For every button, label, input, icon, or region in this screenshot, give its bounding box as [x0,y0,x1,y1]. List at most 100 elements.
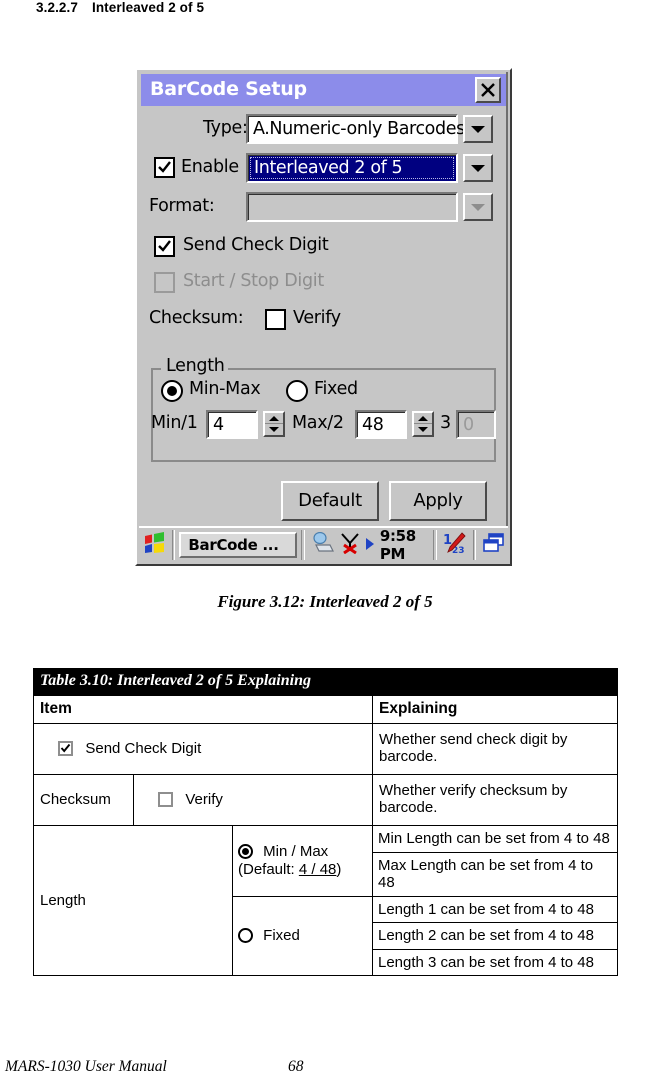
footer-manual-name: MARS-1030 User Manual [5,1058,167,1075]
send-check-digit-checkbox[interactable] [154,236,175,257]
type-label: Type: [203,118,248,138]
min-max-label: Min / Max [263,843,329,861]
device-screenshot: BarCode Setup Type: A.Numeric-only Barco… [135,68,512,566]
min-max-default-value: 4 / 48 [298,860,337,878]
table-caption: Table 3.10: Interleaved 2 of 5 Explainin… [32,668,619,696]
no-signal-icon[interactable] [339,532,361,558]
max2-input[interactable]: 48 [355,410,407,439]
min-max-radio[interactable] [161,380,183,402]
send-check-digit-checkbox-glyph [58,740,74,756]
start-button[interactable] [142,531,168,559]
enable-checkbox[interactable] [154,157,175,178]
dialog-client-area: Type: A.Numeric-only Barcodes Enable Int… [141,106,506,528]
third-label: 3 [440,413,451,433]
table-row-checksum: Checksum Verify Whether verify checksum … [33,773,619,827]
column-header-explaining: Explaining [371,694,619,724]
fixed-radio[interactable] [286,380,308,402]
verify-checkbox[interactable] [265,309,286,330]
min-max-option-cell: Min / Max (Default: 4 / 48) [232,825,373,897]
type-combo-value: A.Numeric-only Barcodes [253,119,465,139]
taskbar-divider [433,530,437,560]
length-groupbox: Length Min-Max Fixed Min/1 4 Max/2 48 3 … [151,356,496,462]
spinner-up-icon [418,416,428,421]
max2-spinner[interactable] [412,411,434,437]
section-heading: 3.2.2.7 Interleaved 2 of 5 [36,0,204,15]
fixed-radio-glyph [238,928,253,944]
play-triangle-icon [365,536,375,555]
taskbar-divider [301,530,305,560]
max2-value: 48 [362,415,384,435]
enable-combo-value: Interleaved 2 of 5 [254,158,403,178]
switch-windows-icon[interactable] [482,532,506,558]
enable-row: Enable Interleaved 2 of 5 [141,153,506,183]
length-groupbox-label: Length [163,356,228,376]
enable-combo-dropdown-button[interactable] [463,154,493,182]
type-combo-dropdown-button[interactable] [463,115,493,143]
third-input: 0 [456,410,496,439]
checksum-explaining: Whether verify checksum by barcode. [371,773,619,827]
fixed-option-cell: Fixed [232,895,373,977]
length3-explaining: Length 3 can be set from 4 to 48 [371,948,619,977]
max-length-explaining: Max Length can be set from 4 to 48 [371,851,619,897]
send-check-digit-cell: Send Check Digit [33,722,373,775]
taskbar-divider [472,530,477,560]
format-row: Format: [141,192,506,222]
taskbar: BarCode ... 9:58 PM 1 23 [139,526,508,563]
verify-label: Verify [293,308,341,328]
verify-label: Verify [185,790,223,808]
network-connection-icon[interactable] [311,531,335,558]
min1-input[interactable]: 4 [206,410,258,439]
column-header-item: Item [33,694,373,724]
table-header-row: Item Explaining [33,694,619,724]
min1-value: 4 [213,415,224,435]
windows-start-icon [142,532,168,561]
checksum-label: Checksum: [149,308,244,328]
default-button[interactable]: Default [281,481,379,521]
third-value: 0 [463,415,474,435]
format-combo-dropdown-button [463,193,493,221]
explaining-table: Table 3.10: Interleaved 2 of 5 Explainin… [32,668,619,977]
section-title: Interleaved 2 of 5 [91,0,205,15]
figure-caption: Figure 3.12: Interleaved 2 of 5 [217,592,433,611]
max2-label: Max/2 [292,413,344,433]
format-label: Format: [149,196,215,216]
table-caption-row: Table 3.10: Interleaved 2 of 5 Explainin… [32,668,619,696]
verify-checkbox-glyph [158,791,174,807]
taskbar-divider [172,530,176,560]
min-max-default-suffix: ) [336,860,342,878]
fixed-label: Fixed [263,927,300,945]
min1-label: Min/1 [151,413,198,433]
taskbar-clock[interactable]: 9:58 PM [380,527,426,563]
format-combo[interactable] [246,192,458,222]
length-group-label: Length [33,825,233,977]
table-row-send-check-digit: Send Check Digit Whether send check digi… [33,722,619,775]
min-length-explaining: Min Length can be set from 4 to 48 [371,825,619,853]
type-combo[interactable]: A.Numeric-only Barcodes [246,114,465,144]
dialog-window: BarCode Setup Type: A.Numeric-only Barco… [139,72,508,528]
length2-explaining: Length 2 can be set from 4 to 48 [371,922,619,950]
min1-spinner[interactable] [263,411,285,437]
send-check-digit-explaining: Whether send check digit by barcode. [371,722,619,775]
verify-cell: Verify [133,773,373,827]
type-row: Type: A.Numeric-only Barcodes [141,114,506,144]
chevron-down-icon [471,126,485,133]
spinner-down-icon [269,427,279,432]
dialog-title: BarCode Setup [150,78,307,100]
fixed-label: Fixed [314,379,358,399]
enable-label: Enable [181,157,239,177]
min-max-default-prefix: (Default: [238,860,299,878]
enable-combo[interactable]: Interleaved 2 of 5 [246,153,458,183]
close-button[interactable] [475,77,501,103]
spinner-up-icon [269,416,279,421]
min-max-label: Min-Max [189,379,261,399]
taskbar-window-button[interactable]: BarCode ... [179,532,298,558]
start-stop-digit-label: Start / Stop Digit [183,271,324,291]
chevron-down-icon [471,165,485,172]
send-check-digit-label: Send Check Digit [85,739,202,757]
footer-page-number: 68 [288,1058,304,1075]
start-stop-digit-checkbox [154,272,175,293]
input-panel-pencil-icon[interactable]: 1 23 [443,531,467,559]
apply-button[interactable]: Apply [389,481,487,521]
length1-explaining: Length 1 can be set from 4 to 48 [371,895,619,924]
send-check-digit-label: Send Check Digit [183,235,329,255]
